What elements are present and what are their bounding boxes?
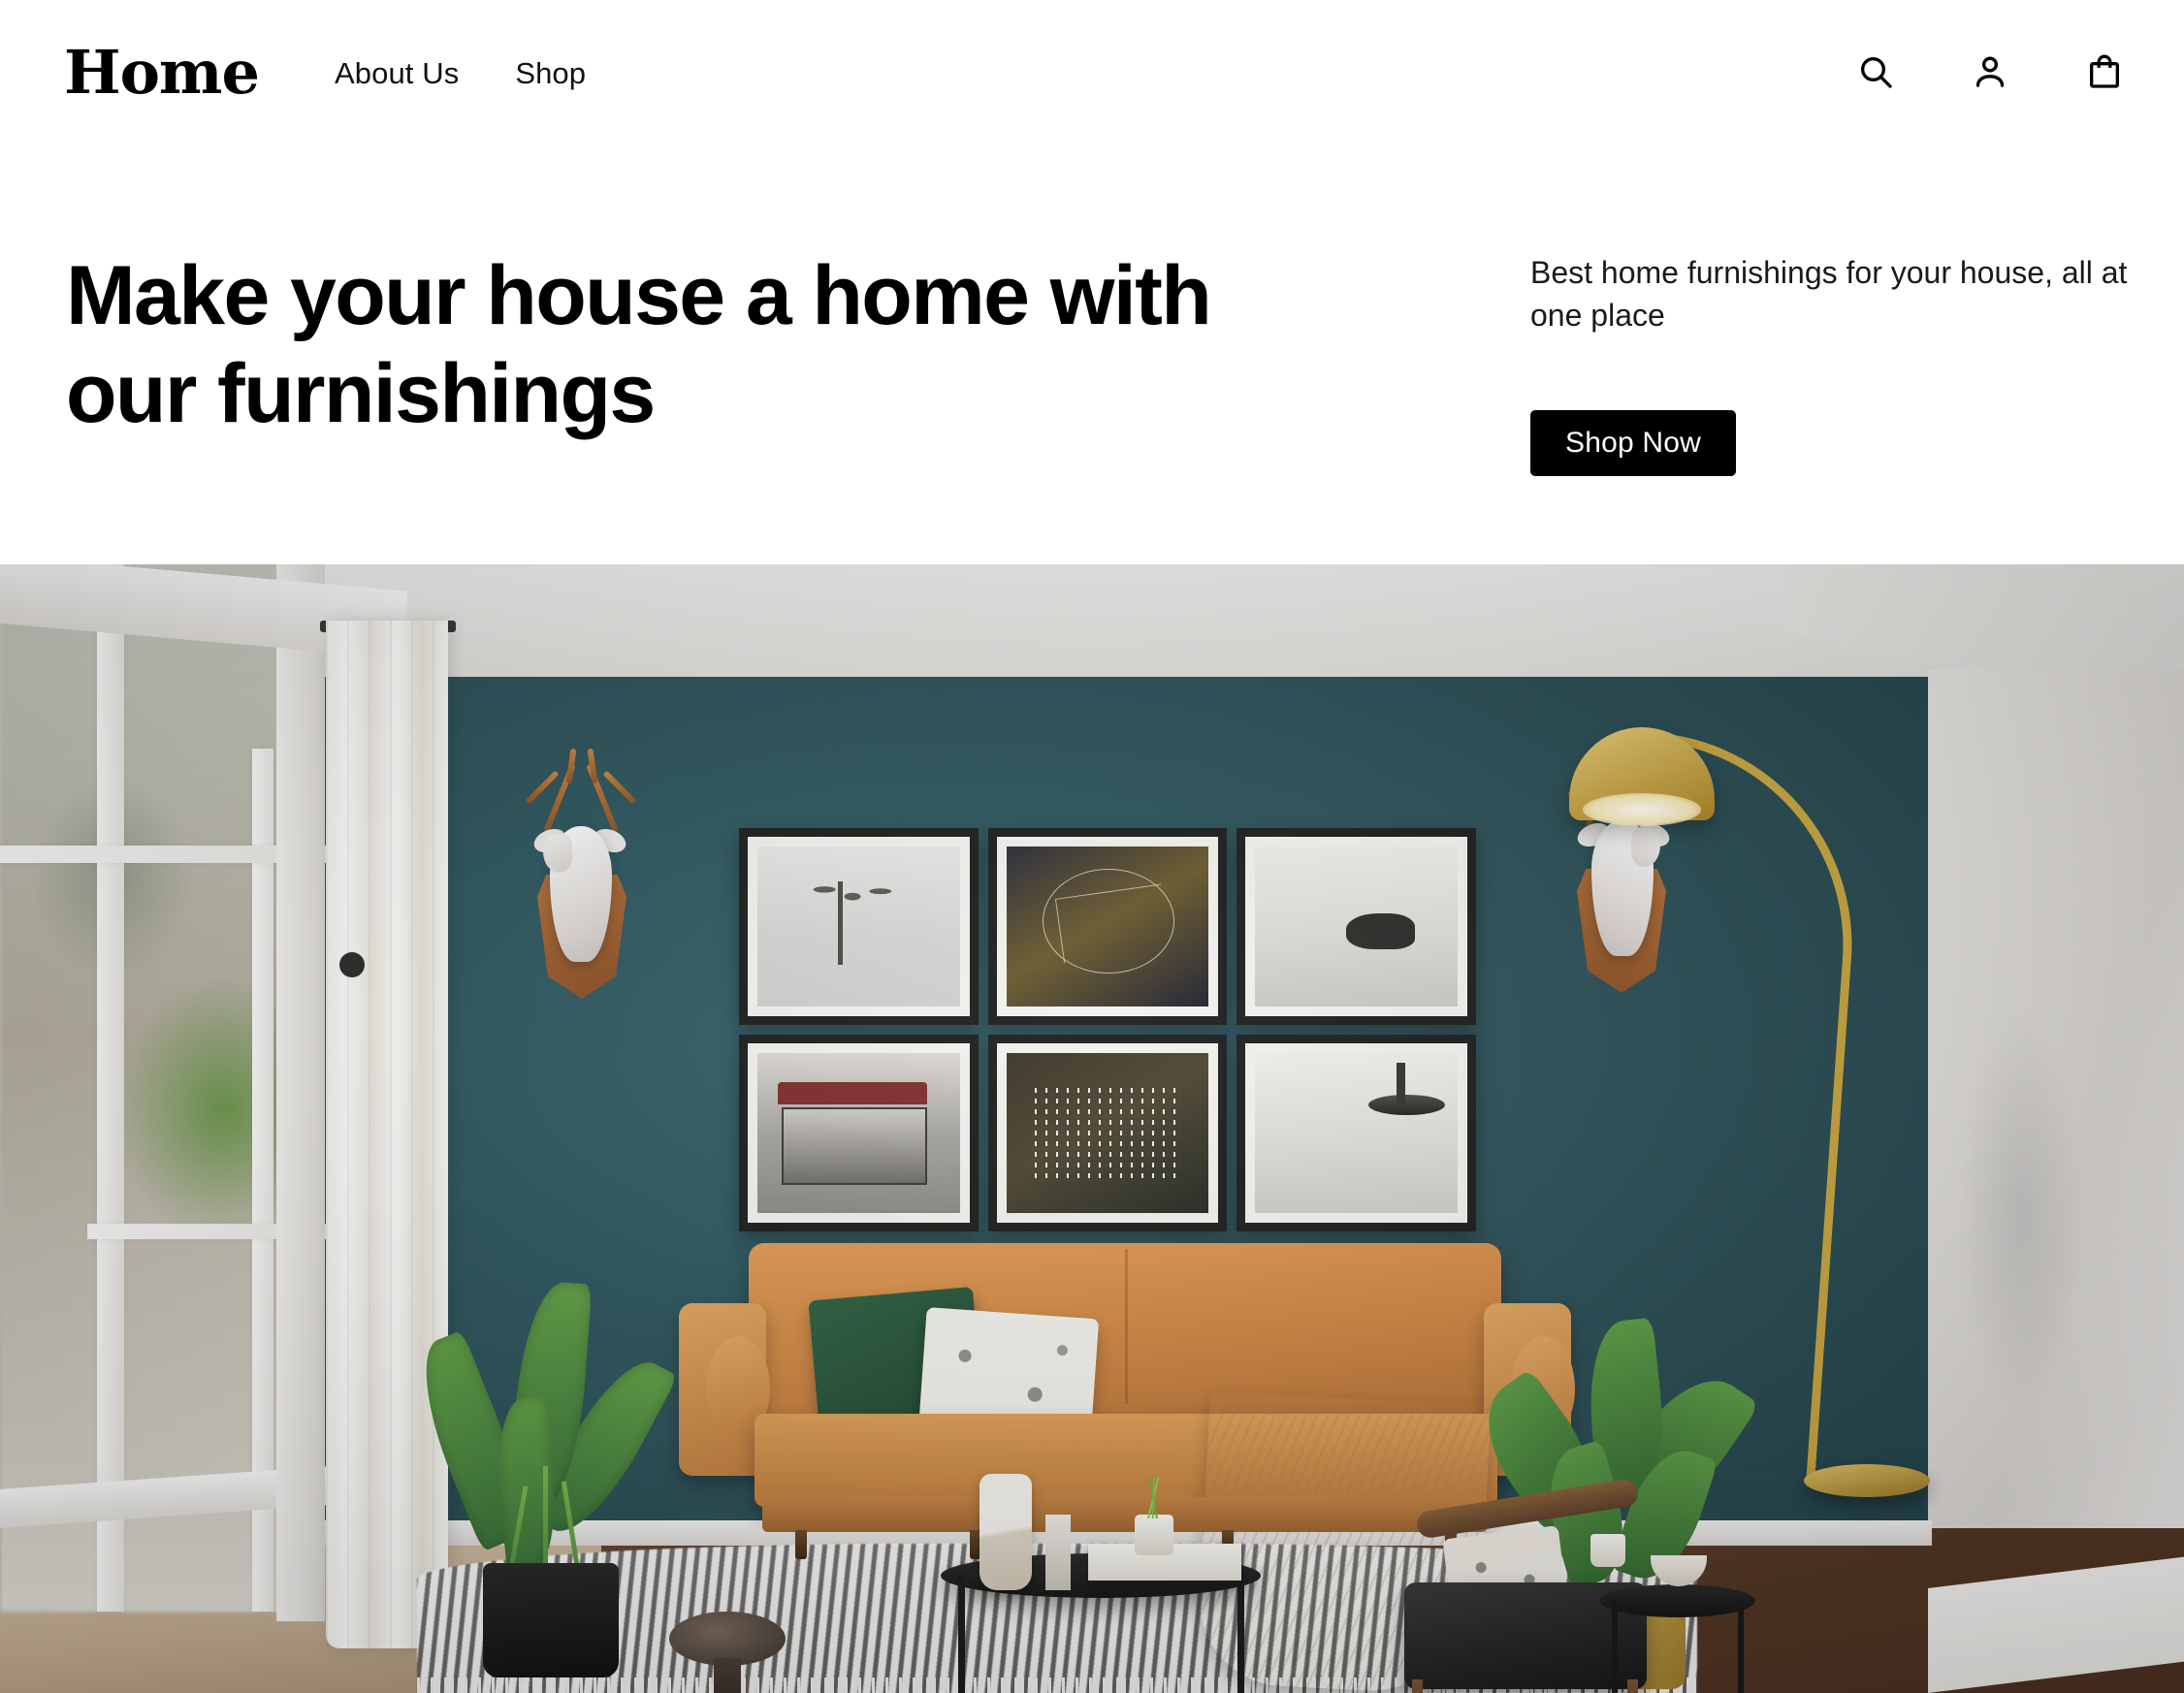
- window-frame: [0, 564, 407, 1621]
- framed-print: [739, 828, 979, 1025]
- gallery-wall: [739, 828, 1476, 1231]
- hero-section: Make your house a home with our furnishi…: [0, 155, 2184, 564]
- small-potted-plant: [1135, 1478, 1173, 1555]
- deer-head-wall-mount-left: [497, 737, 661, 1028]
- framed-print: [1237, 1035, 1476, 1231]
- hero-subtitle: Best home furnishings for your house, al…: [1530, 255, 2128, 333]
- bird-of-paradise-plant: [402, 1272, 689, 1679]
- main-navigation: About Us Shop: [335, 56, 586, 91]
- marble-obelisk: [1045, 1515, 1071, 1590]
- search-icon[interactable]: [1854, 50, 1897, 93]
- window-post: [276, 564, 325, 1621]
- landing-page: Home About Us Shop Make your house a hom…: [0, 0, 2184, 1693]
- shopping-bag-icon[interactable]: [2083, 50, 2126, 93]
- lamp-light-glow: [1583, 793, 1701, 826]
- framed-print: [1237, 828, 1476, 1025]
- black-accent-table: [1600, 1584, 1755, 1693]
- window-mullion-vertical: [97, 564, 124, 1612]
- page-title: Make your house a home with our furnishi…: [66, 249, 1212, 440]
- site-logo[interactable]: Home: [64, 43, 260, 103]
- account-icon[interactable]: [1969, 50, 2011, 93]
- curtain-tieback: [339, 952, 365, 977]
- framed-print: [987, 828, 1228, 1025]
- nav-item-about-us[interactable]: About Us: [335, 56, 459, 91]
- site-header: Home About Us Shop: [0, 0, 2184, 155]
- arc-floor-lamp-base: [1804, 1464, 1930, 1497]
- framed-print: [739, 1035, 979, 1231]
- shop-now-button[interactable]: Shop Now: [1530, 410, 1737, 476]
- header-actions: [1854, 50, 2126, 93]
- framed-print: [987, 1035, 1228, 1231]
- nav-item-shop[interactable]: Shop: [515, 56, 586, 91]
- ceramic-vase: [980, 1474, 1032, 1590]
- mug: [1590, 1534, 1625, 1567]
- hero-image: [0, 564, 2184, 1693]
- black-planter: [483, 1563, 619, 1677]
- stone-stool: [669, 1612, 786, 1693]
